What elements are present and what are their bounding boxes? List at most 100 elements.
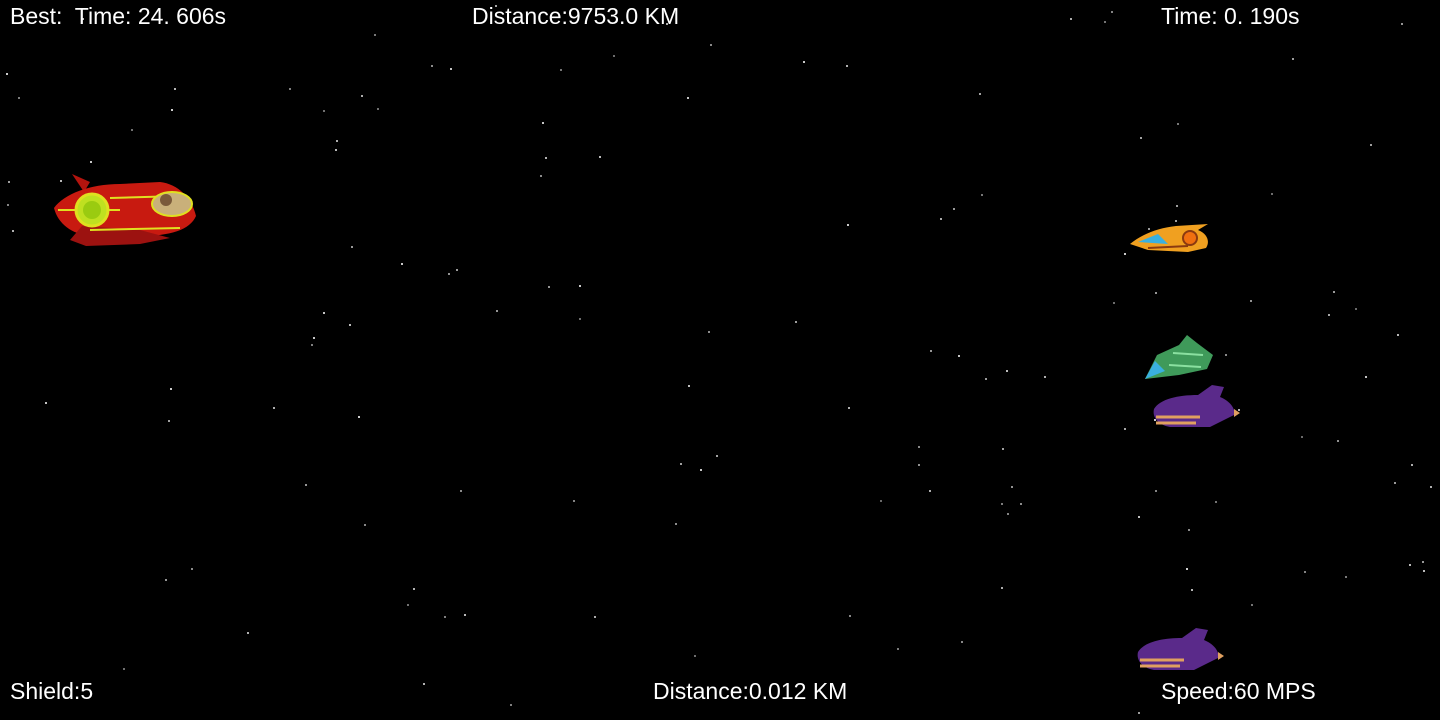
star (1345, 576, 1347, 578)
star (700, 469, 702, 471)
star (542, 122, 544, 124)
star (349, 324, 351, 326)
star (1370, 144, 1372, 146)
star (413, 588, 415, 590)
star (1001, 503, 1003, 505)
star (680, 463, 682, 465)
star (1070, 18, 1072, 20)
star (918, 446, 920, 448)
star (460, 490, 462, 492)
star (880, 500, 882, 502)
star (687, 97, 689, 99)
star (1138, 516, 1140, 518)
orange-enemy-ship (1130, 224, 1208, 252)
star (45, 402, 47, 404)
star (1138, 712, 1140, 714)
star (1020, 503, 1022, 505)
star (358, 416, 360, 418)
star (165, 579, 167, 581)
star (1430, 486, 1432, 488)
star (1111, 11, 1113, 13)
star (918, 464, 920, 466)
star (423, 683, 425, 685)
star (464, 614, 466, 616)
star (374, 34, 376, 36)
star (1365, 376, 1367, 378)
star (1002, 448, 1004, 450)
star (6, 73, 8, 75)
star (803, 61, 805, 63)
star (1044, 376, 1046, 378)
star (174, 88, 176, 90)
star (1409, 564, 1411, 566)
star (1422, 561, 1424, 563)
star (1292, 58, 1294, 60)
player-ship (54, 174, 196, 246)
star (273, 407, 275, 409)
star (1355, 308, 1357, 310)
star (1186, 568, 1188, 570)
star (323, 312, 325, 314)
star (688, 385, 690, 387)
star (444, 616, 446, 618)
star (364, 524, 366, 526)
star (961, 641, 963, 643)
star (1155, 490, 1157, 492)
star (323, 110, 325, 112)
star (675, 523, 677, 525)
star (1271, 193, 1273, 195)
star (90, 161, 92, 163)
star (401, 263, 403, 265)
star (1337, 440, 1339, 442)
star (979, 93, 981, 95)
star (1191, 589, 1193, 591)
star (1188, 529, 1190, 531)
star (1113, 302, 1115, 304)
star (940, 218, 942, 220)
star (168, 420, 170, 422)
star (548, 286, 550, 288)
star (1301, 436, 1303, 438)
star (795, 321, 797, 323)
star (1140, 137, 1142, 139)
star (594, 616, 596, 618)
star (1250, 300, 1252, 302)
star (1397, 334, 1399, 336)
star (1104, 21, 1106, 23)
star (560, 69, 562, 71)
star (694, 655, 696, 657)
star (335, 149, 337, 151)
star (897, 648, 899, 650)
star (1225, 354, 1227, 356)
star (305, 484, 307, 486)
star (540, 175, 542, 177)
star (953, 208, 955, 210)
star (1124, 253, 1126, 255)
game-canvas[interactable]: Best: Time: 24. 606s Distance:9753.0 KM … (0, 0, 1440, 720)
star (981, 194, 983, 196)
star (1007, 513, 1009, 515)
star (1006, 370, 1008, 372)
best-time-label: Best: Time: 24. 606s (10, 3, 227, 29)
star (573, 500, 575, 502)
star (131, 129, 133, 131)
star (12, 230, 14, 232)
star (1155, 292, 1157, 294)
star (1304, 571, 1306, 573)
star (377, 108, 379, 110)
star (849, 615, 851, 617)
star (579, 318, 581, 320)
star (958, 355, 960, 357)
star (361, 95, 363, 97)
star (7, 204, 9, 206)
purple-enemy-ship (1137, 628, 1224, 670)
star (431, 65, 433, 67)
star (1215, 501, 1217, 503)
star (1394, 482, 1396, 484)
star (1011, 486, 1013, 488)
star (1328, 314, 1330, 316)
star (846, 65, 848, 67)
star (450, 68, 452, 70)
star (170, 388, 172, 390)
purple-enemy-ship (1153, 385, 1240, 427)
